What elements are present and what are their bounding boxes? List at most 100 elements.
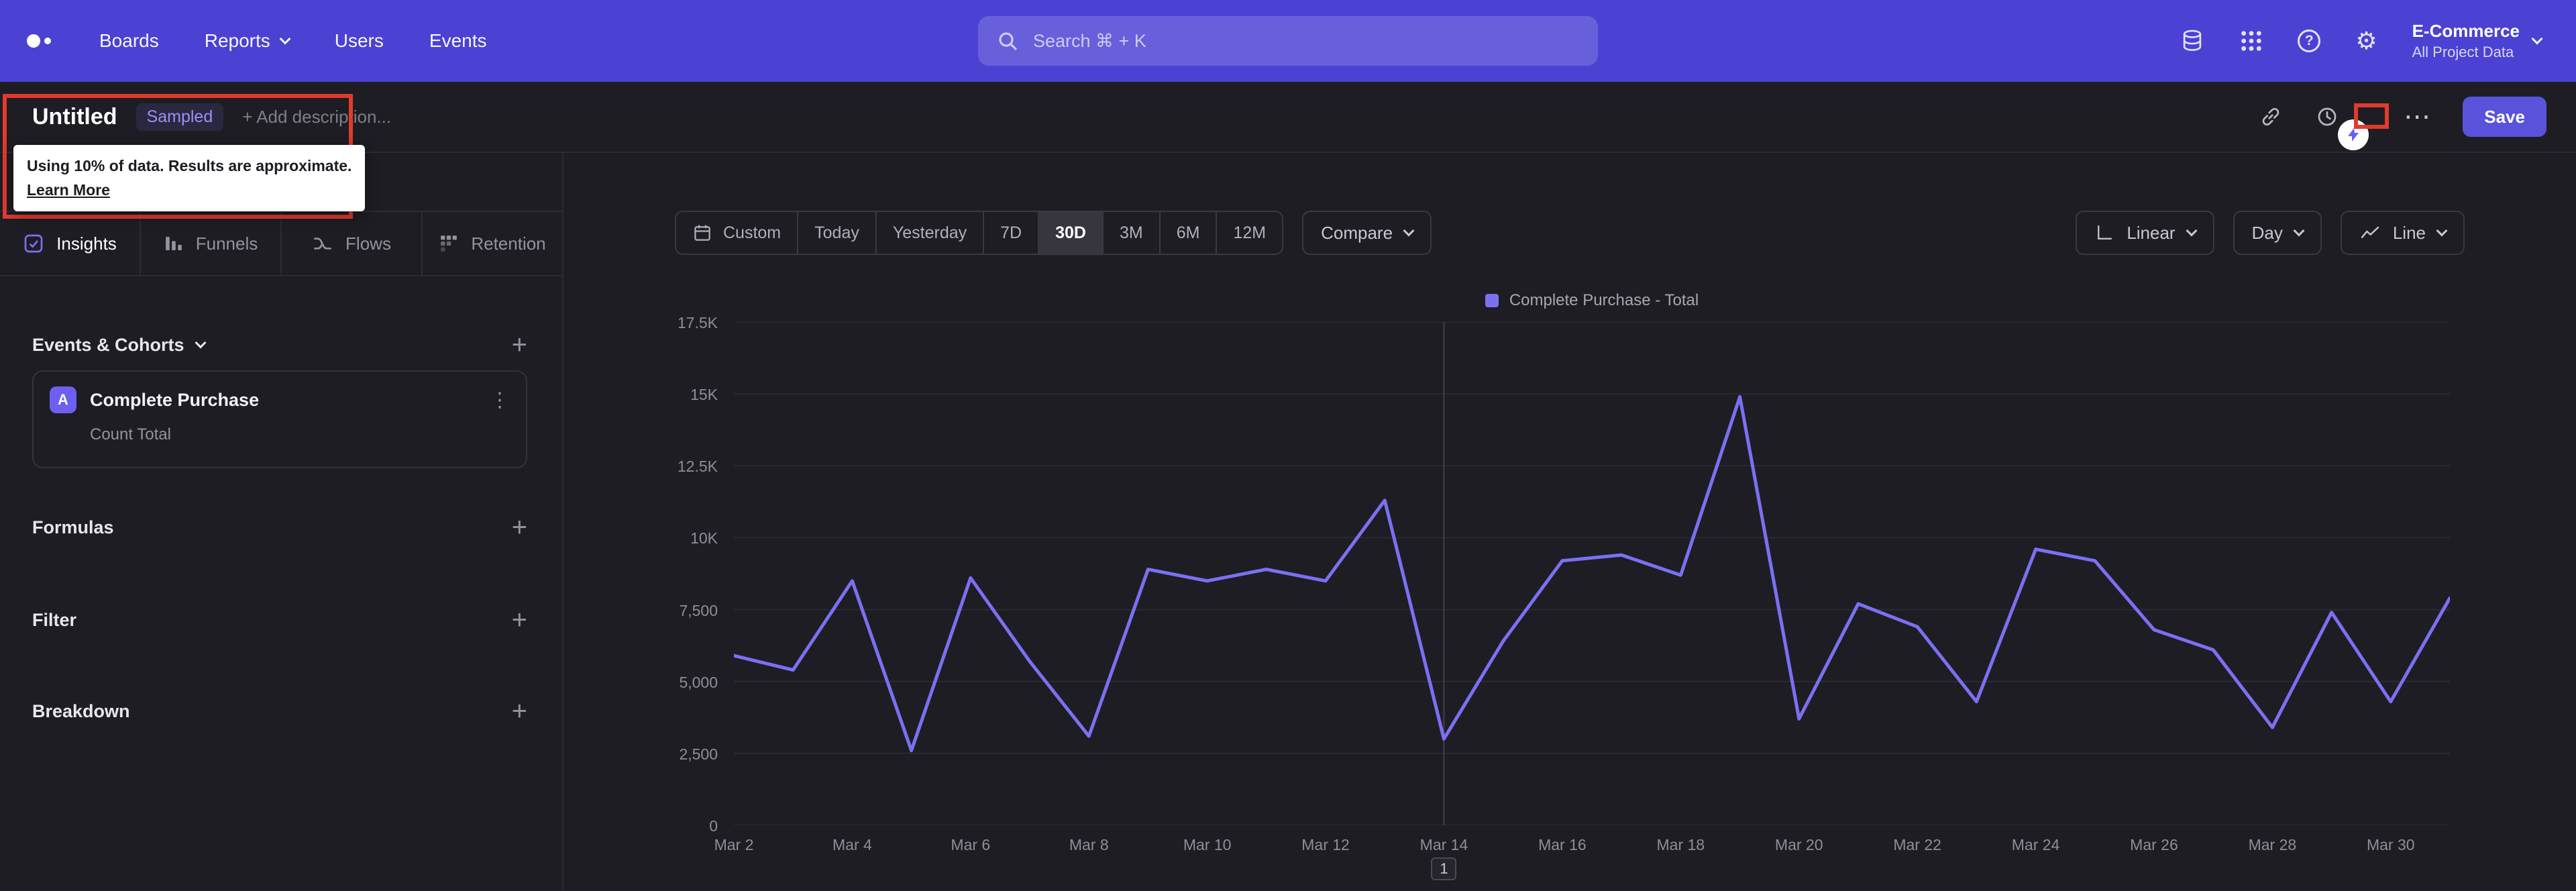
insights-icon bbox=[24, 234, 43, 253]
chart-type-dropdown[interactable]: Line bbox=[2340, 211, 2465, 255]
tab-retention[interactable]: Retention bbox=[423, 212, 562, 275]
date-range-30d[interactable]: 30D bbox=[1039, 212, 1104, 254]
add-breakdown-button[interactable]: + bbox=[512, 698, 527, 725]
date-range-selector: Custom Today Yesterday 7D 30D 3M 6M 12M bbox=[675, 211, 1284, 255]
tab-insights[interactable]: Insights bbox=[0, 212, 141, 275]
tab-insights-label: Insights bbox=[56, 233, 117, 254]
interval-dropdown[interactable]: Day bbox=[2233, 211, 2322, 255]
sampling-toggle-knob bbox=[2338, 119, 2369, 150]
add-filter-button[interactable]: + bbox=[512, 607, 527, 633]
data-management-icon[interactable] bbox=[2180, 28, 2205, 54]
add-event-button[interactable]: + bbox=[512, 331, 527, 358]
tab-flows[interactable]: Flows bbox=[282, 212, 423, 275]
add-description[interactable]: + Add description... bbox=[242, 107, 391, 127]
logo-dot bbox=[27, 34, 40, 48]
x-tick-label: Mar 30 bbox=[2366, 836, 2415, 853]
line-chart-icon bbox=[2361, 226, 2379, 238]
mixpanel-logo[interactable] bbox=[27, 34, 51, 48]
tab-funnels-label: Funnels bbox=[195, 233, 258, 254]
project-scope: All Project Data bbox=[2412, 43, 2514, 60]
nav-users[interactable]: Users bbox=[335, 30, 384, 52]
date-range-today[interactable]: Today bbox=[798, 212, 877, 254]
project-selector[interactable]: E-Commerce All Project Data bbox=[2412, 20, 2543, 62]
x-tick-label: Mar 26 bbox=[2130, 836, 2178, 853]
smoothing-dropdown[interactable]: Linear bbox=[2076, 211, 2214, 255]
events-cohorts-header[interactable]: Events & Cohorts bbox=[32, 334, 207, 356]
date-range-yesterday[interactable]: Yesterday bbox=[877, 212, 985, 254]
chart-display-controls: Linear Day Line bbox=[2076, 211, 2465, 255]
sampled-badge[interactable]: Sampled bbox=[136, 103, 224, 131]
x-tick-label: Mar 2 bbox=[714, 836, 754, 853]
chart-legend[interactable]: Complete Purchase - Total bbox=[734, 291, 2450, 310]
chevron-down-icon bbox=[2531, 33, 2543, 45]
date-range-12m-label: 12M bbox=[1233, 223, 1267, 242]
line-chart: Complete Purchase - Total 0 2,500 5,000 7,5… bbox=[678, 291, 2452, 880]
date-range-7d[interactable]: 7D bbox=[984, 212, 1040, 254]
retention-icon bbox=[441, 235, 458, 252]
date-range-custom-label: Custom bbox=[723, 223, 782, 242]
help-icon[interactable]: ? bbox=[2298, 29, 2321, 52]
chart-annotation-badge[interactable]: 1 bbox=[1431, 857, 1457, 880]
learn-more-link[interactable]: Learn More bbox=[27, 178, 110, 203]
x-tick-label: Mar 4 bbox=[833, 836, 872, 853]
y-axis-labels: 0 2,500 5,000 7,500 10K 12.5K 15K 17.5K bbox=[637, 314, 718, 835]
apps-grid-icon[interactable] bbox=[2240, 30, 2263, 52]
date-range-custom[interactable]: Custom bbox=[676, 212, 799, 254]
report-header-bar: Untitled Sampled + Add description... ⋯ … bbox=[0, 82, 2576, 153]
chevron-down-icon bbox=[1403, 225, 1415, 237]
report-title[interactable]: Untitled bbox=[32, 104, 117, 130]
interval-label: Day bbox=[2251, 222, 2283, 243]
smoothing-label: Linear bbox=[2127, 222, 2176, 243]
nav-users-label: Users bbox=[334, 30, 384, 51]
tooltip-text: Using 10% of data. Results are approxima… bbox=[27, 157, 352, 174]
chart-type-label: Line bbox=[2392, 222, 2426, 243]
event-name[interactable]: Complete Purchase bbox=[90, 390, 476, 411]
more-options-icon[interactable]: ⋯ bbox=[2404, 103, 2430, 130]
y-tick-label: 7,500 bbox=[679, 601, 718, 619]
nav-right-cluster: ? ⚙ E-Commerce All Project Data bbox=[2180, 20, 2576, 62]
x-tick-label: Mar 8 bbox=[1069, 836, 1109, 853]
compare-label: Compare bbox=[1321, 222, 1393, 243]
nav-boards[interactable]: Boards bbox=[99, 30, 159, 52]
events-cohorts-label: Events & Cohorts bbox=[32, 334, 184, 355]
linear-axis-icon bbox=[2098, 225, 2112, 240]
y-tick-label: 12.5K bbox=[677, 458, 718, 476]
gear-icon[interactable]: ⚙ bbox=[2355, 28, 2377, 53]
x-tick-label: Mar 10 bbox=[1183, 836, 1232, 853]
compare-dropdown[interactable]: Compare bbox=[1302, 211, 1432, 255]
date-range-3m-label: 3M bbox=[1119, 223, 1143, 242]
add-formula-button[interactable]: + bbox=[512, 514, 527, 541]
lightning-bolt-icon bbox=[2348, 128, 2359, 142]
event-card[interactable]: A Complete Purchase ⋮ Count Total bbox=[32, 370, 527, 468]
x-tick-label: Mar 28 bbox=[2248, 836, 2297, 853]
x-tick-label: Mar 12 bbox=[1301, 836, 1350, 853]
breakdown-label: Breakdown bbox=[32, 700, 130, 721]
nav-events[interactable]: Events bbox=[429, 30, 487, 52]
primary-nav: Boards Reports Users Events bbox=[99, 30, 487, 52]
date-range-3m[interactable]: 3M bbox=[1104, 212, 1161, 254]
date-range-6m[interactable]: 6M bbox=[1161, 212, 1218, 254]
date-range-12m[interactable]: 12M bbox=[1217, 212, 1282, 254]
y-tick-label: 17.5K bbox=[677, 314, 718, 331]
copy-link-icon[interactable] bbox=[2259, 105, 2283, 129]
event-metric[interactable]: Count Total bbox=[90, 425, 510, 444]
x-tick-label: Mar 24 bbox=[2011, 836, 2060, 853]
formulas-section-header: Formulas bbox=[32, 517, 114, 538]
tab-funnels[interactable]: Funnels bbox=[141, 212, 282, 275]
chart-controls-row: Custom Today Yesterday 7D 30D 3M 6M 12M … bbox=[675, 211, 2465, 255]
funnels-icon bbox=[165, 237, 182, 250]
event-options-icon[interactable]: ⋮ bbox=[490, 388, 510, 412]
x-tick-label: Mar 18 bbox=[1656, 836, 1705, 853]
project-name: E-Commerce bbox=[2412, 20, 2520, 41]
top-navigation-bar: Boards Reports Users Events Search ⌘ + K… bbox=[0, 0, 2576, 82]
search-icon bbox=[999, 32, 1017, 50]
tab-flows-label: Flows bbox=[345, 233, 391, 254]
history-icon[interactable] bbox=[2315, 105, 2339, 129]
save-button[interactable]: Save bbox=[2463, 97, 2546, 137]
chart-plot-area bbox=[732, 321, 2452, 826]
report-builder-sidebar: Insights Funnels Flows Retention Events … bbox=[0, 153, 564, 891]
search-input[interactable]: Search ⌘ + K bbox=[978, 16, 1598, 66]
date-range-7d-label: 7D bbox=[1000, 223, 1022, 242]
nav-reports[interactable]: Reports bbox=[205, 30, 291, 52]
x-tick-label: Mar 22 bbox=[1893, 836, 1941, 853]
